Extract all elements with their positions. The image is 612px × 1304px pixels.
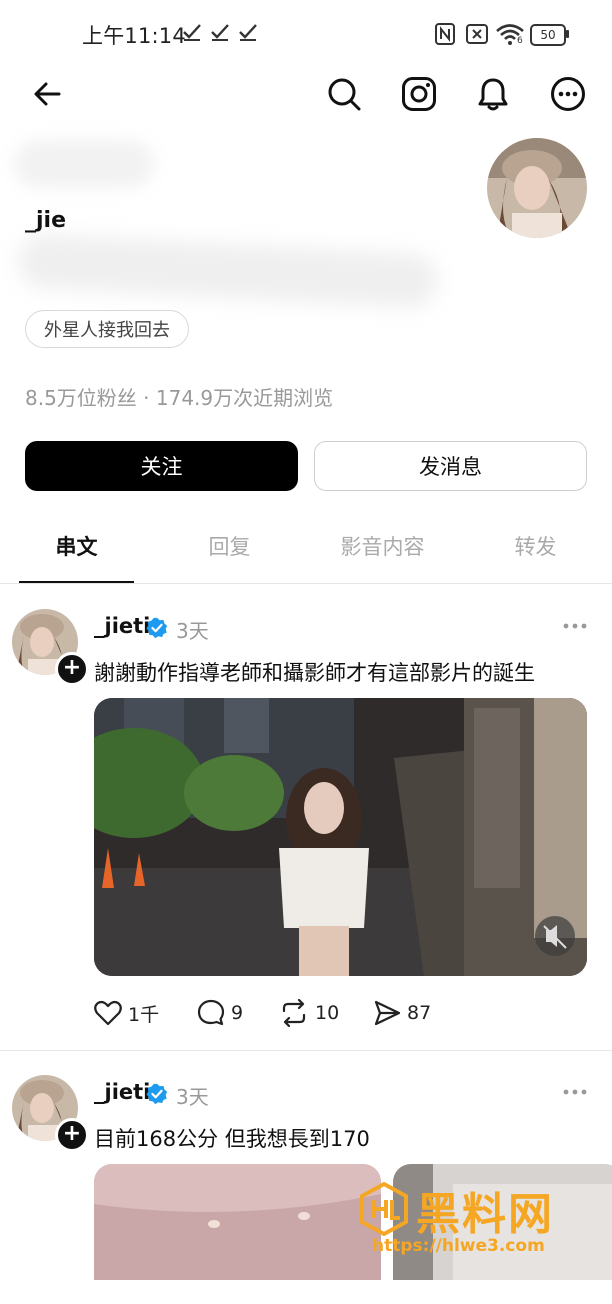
battery-tip xyxy=(566,30,569,38)
follow-button[interactable]: 关注 xyxy=(25,441,298,491)
tab-media[interactable]: 影音内容 xyxy=(325,530,440,562)
network-indicator: 6 xyxy=(517,36,523,46)
comment-icon xyxy=(197,999,225,1026)
instagram-button[interactable] xyxy=(397,72,441,116)
bell-icon xyxy=(478,78,508,111)
like-count: 1千 xyxy=(128,1003,160,1026)
follow-plus-button[interactable]: + xyxy=(55,1118,89,1152)
message-button[interactable]: 发消息 xyxy=(314,441,587,491)
check-icon xyxy=(239,24,257,41)
status-bar: 上午11:14 6 50 xyxy=(0,0,612,66)
back-arrow-icon xyxy=(34,82,61,106)
divider xyxy=(0,583,612,584)
watermark-name: 黑料网 xyxy=(416,1189,554,1240)
tab-replies[interactable]: 回复 xyxy=(172,530,287,562)
notifications-button[interactable] xyxy=(471,72,515,116)
more-options-button[interactable] xyxy=(546,72,590,116)
post-username[interactable]: _jieti xyxy=(94,614,150,638)
post-time: 3天 xyxy=(176,619,209,643)
post-username[interactable]: _jieti xyxy=(94,1080,150,1104)
status-time: 上午11:14 xyxy=(82,24,186,48)
check-icon xyxy=(211,24,229,41)
blurred-display-name xyxy=(14,140,154,188)
post-more-icon[interactable] xyxy=(560,616,590,636)
verified-badge-icon xyxy=(146,617,168,639)
like-button[interactable]: 1千 xyxy=(94,998,159,1028)
search-button[interactable] xyxy=(322,72,366,116)
more-icon xyxy=(551,77,585,111)
post-more-icon[interactable] xyxy=(560,1082,590,1102)
repost-count: 10 xyxy=(315,1002,340,1024)
nfc-icon xyxy=(435,23,455,45)
bio-chip[interactable]: 外星人接我回去 xyxy=(25,310,189,348)
watermark-logo-icon xyxy=(360,1182,408,1236)
video-thumbnail xyxy=(94,698,587,976)
battery-icon: 50 xyxy=(530,24,566,46)
share-button[interactable]: 87 xyxy=(373,998,431,1028)
no-sim-icon xyxy=(466,24,488,44)
send-icon xyxy=(374,1000,401,1026)
comment-button[interactable]: 9 xyxy=(197,998,243,1028)
post-image[interactable] xyxy=(94,1164,381,1304)
post-video[interactable] xyxy=(94,698,587,976)
avatar-photo xyxy=(487,138,587,238)
search-icon xyxy=(328,78,361,111)
heart-icon xyxy=(94,1000,122,1026)
post-text: 目前168公分 但我想長到170 xyxy=(94,1127,370,1151)
check-icon xyxy=(183,24,201,41)
back-button[interactable] xyxy=(25,72,69,116)
post-time: 3天 xyxy=(176,1085,209,1109)
follow-plus-button[interactable]: + xyxy=(55,652,89,686)
watermark: 黑料网 https://hlwe3.com xyxy=(360,1176,600,1260)
verified-badge-icon xyxy=(146,1083,168,1105)
blurred-bio xyxy=(16,233,440,309)
followers-stats[interactable]: 8.5万位粉丝 · 174.9万次近期浏览 xyxy=(25,382,333,411)
repost-icon xyxy=(282,999,306,1027)
comment-count: 9 xyxy=(231,1002,244,1024)
tab-reposts[interactable]: 转发 xyxy=(478,530,593,562)
divider xyxy=(0,1050,612,1051)
watermark-url: https://hlwe3.com xyxy=(372,1236,545,1256)
post-photo xyxy=(94,1164,381,1280)
profile-username: _jie xyxy=(25,208,67,233)
share-count: 87 xyxy=(407,1002,432,1024)
post-text: 謝謝動作指導老師和攝影師才有這部影片的誕生 xyxy=(94,661,535,685)
instagram-icon xyxy=(402,77,436,111)
profile-avatar[interactable] xyxy=(487,138,587,238)
tab-threads[interactable]: 串文 xyxy=(19,530,134,562)
repost-button[interactable]: 10 xyxy=(279,998,339,1028)
